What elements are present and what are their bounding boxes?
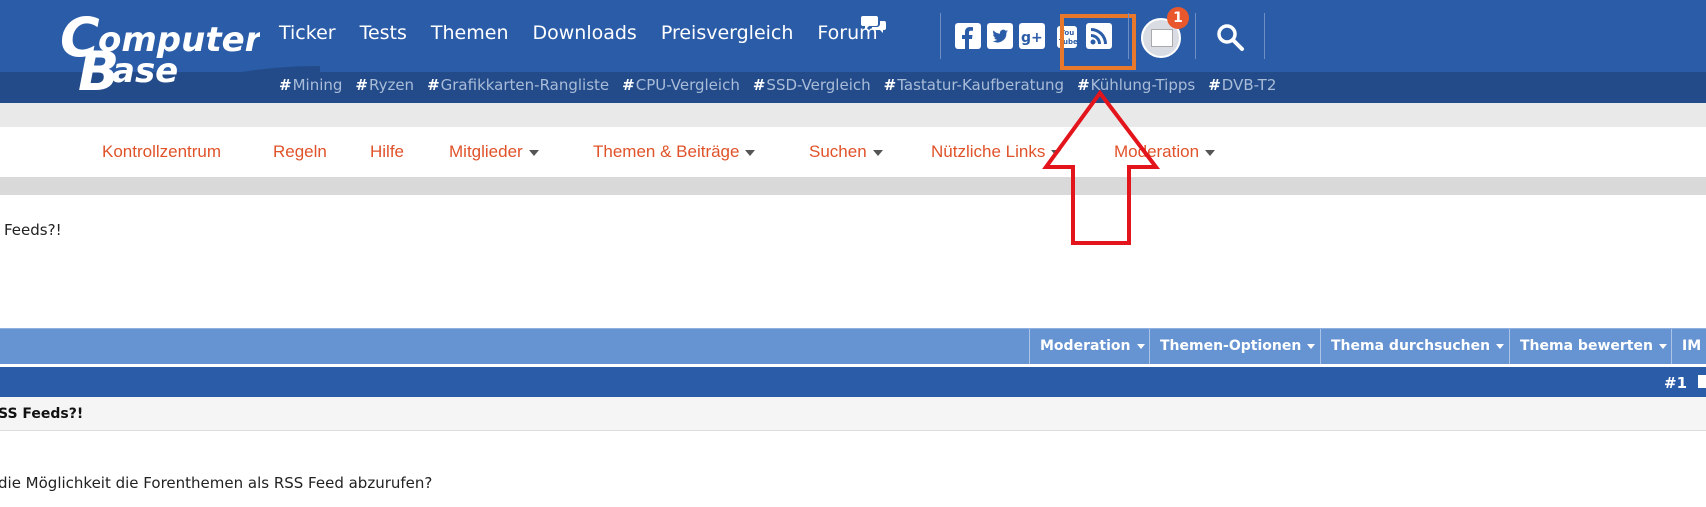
chevron-down-icon bbox=[1205, 149, 1216, 156]
tag-ssd-vergleich[interactable]: #SSD-Vergleich bbox=[753, 76, 871, 94]
tag-cpu-vergleich[interactable]: #CPU-Vergleich bbox=[622, 76, 740, 94]
chevron-down-icon bbox=[1136, 343, 1145, 349]
divider bbox=[1195, 13, 1196, 59]
tag-mining[interactable]: #Mining bbox=[279, 76, 342, 94]
chat-bubbles-icon bbox=[861, 16, 886, 33]
tag-dvb-t2[interactable]: #DVB-T2 bbox=[1208, 76, 1276, 94]
nav-preisvergleich[interactable]: Preisvergleich bbox=[661, 22, 794, 52]
twitter-icon[interactable] bbox=[987, 23, 1013, 49]
chevron-down-icon bbox=[1658, 343, 1667, 349]
toolbar-im[interactable]: IM bbox=[1671, 329, 1706, 364]
nav2-hilfe[interactable]: Hilfe bbox=[370, 142, 404, 162]
chevron-down-icon bbox=[1307, 343, 1316, 349]
post-title-bar: SS Feeds?! bbox=[0, 397, 1706, 431]
chevron-down-icon bbox=[872, 149, 883, 156]
toolbar-themen-optionen[interactable]: Themen-Optionen bbox=[1149, 329, 1325, 364]
search-icon[interactable] bbox=[1215, 22, 1245, 52]
nav2-regeln[interactable]: Regeln bbox=[273, 142, 327, 162]
monitor-icon bbox=[1151, 29, 1173, 47]
post-number[interactable]: #1 bbox=[1664, 374, 1687, 392]
computerbase-logo[interactable]: C omputer B ase bbox=[60, 6, 260, 92]
divider bbox=[940, 13, 941, 59]
facebook-icon[interactable] bbox=[955, 23, 981, 49]
thread-toolbar: Moderation Themen-Optionen Thema durchsu… bbox=[0, 328, 1706, 364]
divider bbox=[1128, 13, 1129, 59]
forum-nav: Kontrollzentrum Regeln Hilfe Mitglieder … bbox=[0, 127, 1706, 177]
site-header: C omputer B ase Ticker Tests Themen Down… bbox=[0, 0, 1706, 103]
google-plus-icon[interactable]: g+ bbox=[1019, 23, 1045, 49]
main-nav: Ticker Tests Themen Downloads Preisvergl… bbox=[279, 22, 902, 52]
post-header-bar: #1 bbox=[0, 367, 1706, 397]
svg-text:g+: g+ bbox=[1021, 30, 1043, 46]
nav2-themen-beitraege[interactable]: Themen & Beiträge bbox=[593, 142, 756, 162]
chevron-down-icon bbox=[528, 149, 539, 156]
divider bbox=[1264, 13, 1265, 59]
nav-themen[interactable]: Themen bbox=[431, 22, 509, 52]
toolbar-thema-bewerten[interactable]: Thema bewerten bbox=[1509, 329, 1677, 364]
svg-text:ase: ase bbox=[112, 51, 178, 91]
tag-ryzen[interactable]: #Ryzen bbox=[355, 76, 414, 94]
post-body: die Möglichkeit die Forenthemen als RSS … bbox=[0, 474, 433, 492]
post-select-checkbox[interactable] bbox=[1698, 375, 1706, 388]
nav2-suchen[interactable]: Suchen bbox=[809, 142, 883, 162]
nav-tests[interactable]: Tests bbox=[360, 22, 407, 52]
annotation-arrow bbox=[1042, 90, 1160, 245]
toolbar-moderation[interactable]: Moderation bbox=[1029, 329, 1155, 364]
nav-downloads[interactable]: Downloads bbox=[532, 22, 636, 52]
notification-badge[interactable]: 1 bbox=[1167, 7, 1189, 29]
nav-ticker[interactable]: Ticker bbox=[279, 22, 336, 52]
nav2-mitglieder[interactable]: Mitglieder bbox=[449, 142, 539, 162]
breadcrumb-bar bbox=[0, 177, 1706, 195]
chevron-down-icon bbox=[745, 149, 756, 156]
tag-tastatur[interactable]: #Tastatur-Kaufberatung bbox=[884, 76, 1064, 94]
tag-grafikkarten[interactable]: #Grafikkarten-Rangliste bbox=[427, 76, 609, 94]
chevron-down-icon bbox=[1496, 343, 1505, 349]
rss-highlight-box bbox=[1060, 14, 1136, 70]
nav2-kontrollzentrum[interactable]: Kontrollzentrum bbox=[102, 142, 221, 162]
post-title: SS Feeds?! bbox=[0, 406, 84, 422]
spacer-bar bbox=[0, 103, 1706, 127]
toolbar-thema-durchsuchen[interactable]: Thema durchsuchen bbox=[1320, 329, 1514, 364]
thread-title-fragment: Feeds?! bbox=[4, 221, 62, 239]
